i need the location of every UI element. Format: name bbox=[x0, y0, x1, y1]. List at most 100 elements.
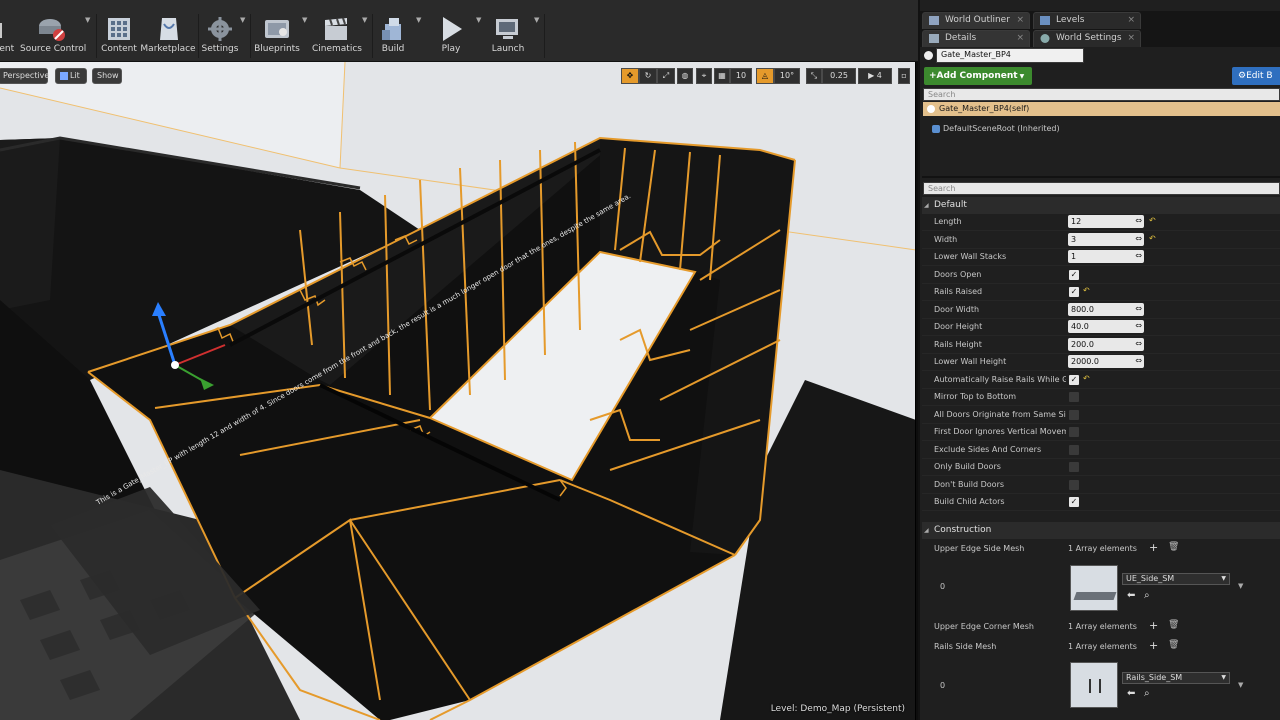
translate-tool-icon[interactable]: ✥ bbox=[621, 68, 639, 84]
trash-icon[interactable]: 🗑 bbox=[1168, 620, 1179, 630]
actor-name-field[interactable]: Gate_Master_BP4 bbox=[936, 48, 1084, 63]
close-icon[interactable]: × bbox=[1127, 31, 1135, 46]
property-number-field[interactable]: 12 bbox=[1068, 214, 1144, 228]
use-selected-arrow-icon[interactable]: ⬅ bbox=[1127, 688, 1135, 699]
property-checkbox[interactable] bbox=[1069, 445, 1079, 455]
cinematics-button[interactable]: Cinematics bbox=[312, 12, 362, 60]
tab-world-outliner[interactable]: World Outliner × bbox=[922, 12, 1030, 29]
scale-snap-value[interactable]: 0.25 bbox=[822, 68, 856, 84]
close-icon[interactable]: × bbox=[1127, 13, 1135, 28]
expand-chevron-down-icon[interactable]: ▼ bbox=[1238, 681, 1243, 689]
mesh-thumbnail[interactable] bbox=[1070, 662, 1118, 708]
property-checkbox[interactable] bbox=[1069, 480, 1079, 490]
section-default[interactable]: Default bbox=[922, 197, 1280, 214]
property-checkbox[interactable] bbox=[1069, 392, 1079, 402]
settings-dropdown-icon[interactable]: ▼ bbox=[240, 16, 248, 24]
property-number-field[interactable]: 3 bbox=[1068, 232, 1144, 246]
add-element-icon[interactable]: + bbox=[1149, 619, 1158, 632]
array-label-rails-side[interactable]: Rails Side Mesh bbox=[924, 642, 1056, 651]
launch-button[interactable]: Launch bbox=[488, 12, 528, 60]
trash-icon[interactable]: 🗑 bbox=[1168, 542, 1179, 552]
mesh-thumbnail[interactable] bbox=[1070, 565, 1118, 611]
mesh-picker-upper-edge-side[interactable]: UE_Side_SM ▼ bbox=[1122, 573, 1230, 585]
content-button[interactable]: Content bbox=[100, 12, 138, 60]
play-dropdown-icon[interactable]: ▼ bbox=[476, 16, 484, 24]
blueprints-button[interactable]: Blueprints bbox=[254, 12, 300, 60]
content-browser-icon bbox=[108, 18, 130, 40]
add-element-icon[interactable]: + bbox=[1149, 541, 1158, 554]
build-dropdown-icon[interactable]: ▼ bbox=[416, 16, 424, 24]
add-element-icon[interactable]: + bbox=[1149, 639, 1158, 652]
property-checkbox[interactable]: ✓ bbox=[1069, 270, 1079, 280]
edit-blueprint-button[interactable]: ⚙Edit B bbox=[1232, 67, 1280, 85]
array-label-upper-edge-corner[interactable]: Upper Edge Corner Mesh bbox=[924, 622, 1056, 631]
property-number-field[interactable]: 2000.0 bbox=[1068, 354, 1144, 368]
blueprints-dropdown-icon[interactable]: ▼ bbox=[302, 16, 310, 24]
tab-world-settings[interactable]: World Settings × bbox=[1033, 30, 1141, 47]
trash-icon[interactable]: 🗑 bbox=[1168, 640, 1179, 650]
marketplace-button[interactable]: Marketplace bbox=[140, 12, 196, 60]
source-control-button[interactable]: Source Control bbox=[20, 12, 86, 60]
build-button[interactable]: Build bbox=[376, 12, 410, 60]
toolbar-separator bbox=[372, 14, 373, 58]
component-search-input[interactable]: Search bbox=[923, 88, 1280, 101]
property-number-field[interactable]: 1 bbox=[1068, 249, 1144, 263]
mesh-picker-rails-side[interactable]: Rails_Side_SM ▼ bbox=[1122, 672, 1230, 684]
right-side-panel: World Outliner × Levels × Details × World S… bbox=[918, 0, 1280, 720]
property-checkbox[interactable] bbox=[1069, 462, 1079, 472]
rotation-snap-icon[interactable]: ◬ bbox=[756, 68, 774, 84]
property-number-field[interactable]: 40.0 bbox=[1068, 319, 1144, 333]
reset-to-default-icon[interactable]: ↶ bbox=[1083, 286, 1090, 295]
settings-button[interactable]: Settings bbox=[200, 12, 240, 60]
property-label: Build Child Actors bbox=[934, 497, 1005, 506]
browse-search-icon[interactable]: ⌕ bbox=[1144, 688, 1150, 699]
section-construction[interactable]: Construction bbox=[922, 522, 1280, 539]
actor-icon bbox=[927, 105, 935, 113]
rotate-tool-icon[interactable]: ↻ bbox=[639, 68, 657, 84]
grid-snap-icon[interactable]: ▦ bbox=[714, 68, 730, 84]
browse-search-icon[interactable]: ⌕ bbox=[1144, 590, 1150, 601]
maximize-viewport-icon[interactable]: ▫ bbox=[898, 68, 910, 84]
play-button[interactable]: Play bbox=[432, 12, 470, 60]
view-mode-menu[interactable]: Lit bbox=[55, 68, 87, 84]
surface-snap-icon[interactable]: ⌖ bbox=[696, 68, 712, 84]
details-search-input[interactable]: Search bbox=[923, 182, 1280, 195]
component-item-scene-root[interactable]: DefaultSceneRoot (Inherited) bbox=[930, 122, 1170, 136]
source-control-dropdown-icon[interactable]: ▼ bbox=[85, 16, 93, 24]
scale-tool-icon[interactable]: ⤢ bbox=[657, 68, 675, 84]
property-checkbox[interactable]: ✓ bbox=[1069, 375, 1079, 385]
panel-splitter[interactable] bbox=[922, 176, 1280, 178]
property-label: Length bbox=[934, 217, 962, 226]
component-item-self[interactable]: Gate_Master_BP4(self) bbox=[923, 102, 1280, 116]
reset-to-default-icon[interactable]: ↶ bbox=[1149, 216, 1156, 225]
property-number-field[interactable]: 800.0 bbox=[1068, 302, 1144, 316]
row-divider bbox=[922, 283, 1280, 284]
property-checkbox[interactable]: ✓ bbox=[1069, 287, 1079, 297]
scale-snap-icon[interactable]: ⤡ bbox=[806, 68, 822, 84]
camera-speed-control[interactable]: ▶ 4 bbox=[858, 68, 892, 84]
reset-to-default-icon[interactable]: ↶ bbox=[1149, 234, 1156, 243]
show-menu[interactable]: Show bbox=[92, 68, 122, 84]
property-checkbox[interactable] bbox=[1069, 427, 1079, 437]
toolbar-current-button[interactable]: rent bbox=[0, 12, 16, 60]
property-checkbox[interactable]: ✓ bbox=[1069, 497, 1079, 507]
expand-chevron-down-icon[interactable]: ▼ bbox=[1238, 582, 1243, 590]
perspective-menu[interactable]: Perspective bbox=[0, 68, 49, 84]
launch-dropdown-icon[interactable]: ▼ bbox=[534, 16, 542, 24]
array-label-upper-edge-side[interactable]: Upper Edge Side Mesh bbox=[924, 544, 1056, 553]
grid-snap-value[interactable]: 10 bbox=[730, 68, 752, 84]
reset-to-default-icon[interactable]: ↶ bbox=[1083, 374, 1090, 383]
world-local-icon[interactable]: ◍ bbox=[677, 68, 693, 84]
cinematics-dropdown-icon[interactable]: ▼ bbox=[362, 16, 370, 24]
rotation-snap-value[interactable]: 10° bbox=[774, 68, 800, 84]
add-component-button[interactable]: +Add Component ▼ bbox=[924, 67, 1032, 85]
close-icon[interactable]: × bbox=[1016, 31, 1024, 46]
use-selected-arrow-icon[interactable]: ⬅ bbox=[1127, 590, 1135, 601]
property-checkbox[interactable] bbox=[1069, 410, 1079, 420]
level-viewport[interactable]: This is a Gate_Master_BP with length 12 … bbox=[0, 62, 916, 720]
scene-render[interactable]: This is a Gate_Master_BP with length 12 … bbox=[0, 62, 916, 720]
close-icon[interactable]: × bbox=[1016, 13, 1024, 28]
property-number-field[interactable]: 200.0 bbox=[1068, 337, 1144, 351]
tab-levels[interactable]: Levels × bbox=[1033, 12, 1141, 29]
tab-details[interactable]: Details × bbox=[922, 30, 1030, 47]
